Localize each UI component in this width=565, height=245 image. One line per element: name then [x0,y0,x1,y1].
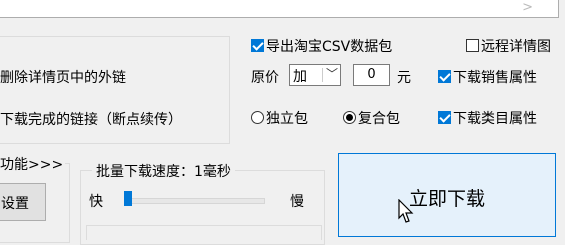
select-divider [322,68,323,82]
speed-slider-track[interactable] [125,198,265,204]
export-csv-checkbox[interactable]: 导出淘宝CSV数据包 [251,36,392,56]
settings-button[interactable]: 设置 [0,183,46,221]
remote-detail-checkbox[interactable]: 远程详情图 [466,36,551,56]
price-label: 原价 [251,70,279,86]
url-textbox[interactable] [0,0,559,18]
radio-composite[interactable]: 复合包 [343,108,400,128]
price-op-select[interactable]: 加 ﹀ [289,64,341,86]
remove-links-label: 删除详情页中的外链 [0,70,126,86]
download-category-checkbox[interactable]: 下载类目属性 [438,108,537,128]
download-now-button[interactable]: 立即下载 [338,153,556,237]
download-done-label: 下载完成的链接（断点续传） [0,112,182,128]
radio-selected-icon [343,111,356,124]
mouse-cursor-icon [398,199,414,223]
checkbox-checked-icon [438,111,451,124]
checkbox-unchecked-icon [466,39,479,52]
chevron-down-icon: ﹀ [325,67,338,81]
speed-slider-thumb[interactable] [124,191,132,206]
radio-independent[interactable]: 独立包 [251,108,308,128]
download-sales-checkbox[interactable]: 下载销售属性 [438,67,537,87]
scroll-right-arrow[interactable]: > [522,0,533,15]
speed-inner-box [86,225,322,240]
more-functions-label[interactable]: 功能>>> [0,154,66,174]
checkbox-checked-icon [438,70,451,83]
speed-title: 批量下载速度：1毫秒 [92,161,235,181]
speed-fast-label: 快 [89,194,103,210]
checkbox-checked-icon [251,39,264,52]
price-value-input[interactable]: 0 [353,64,390,86]
price-unit-label: 元 [397,70,411,86]
speed-slow-label: 慢 [290,194,304,210]
radio-unselected-icon [251,111,264,124]
